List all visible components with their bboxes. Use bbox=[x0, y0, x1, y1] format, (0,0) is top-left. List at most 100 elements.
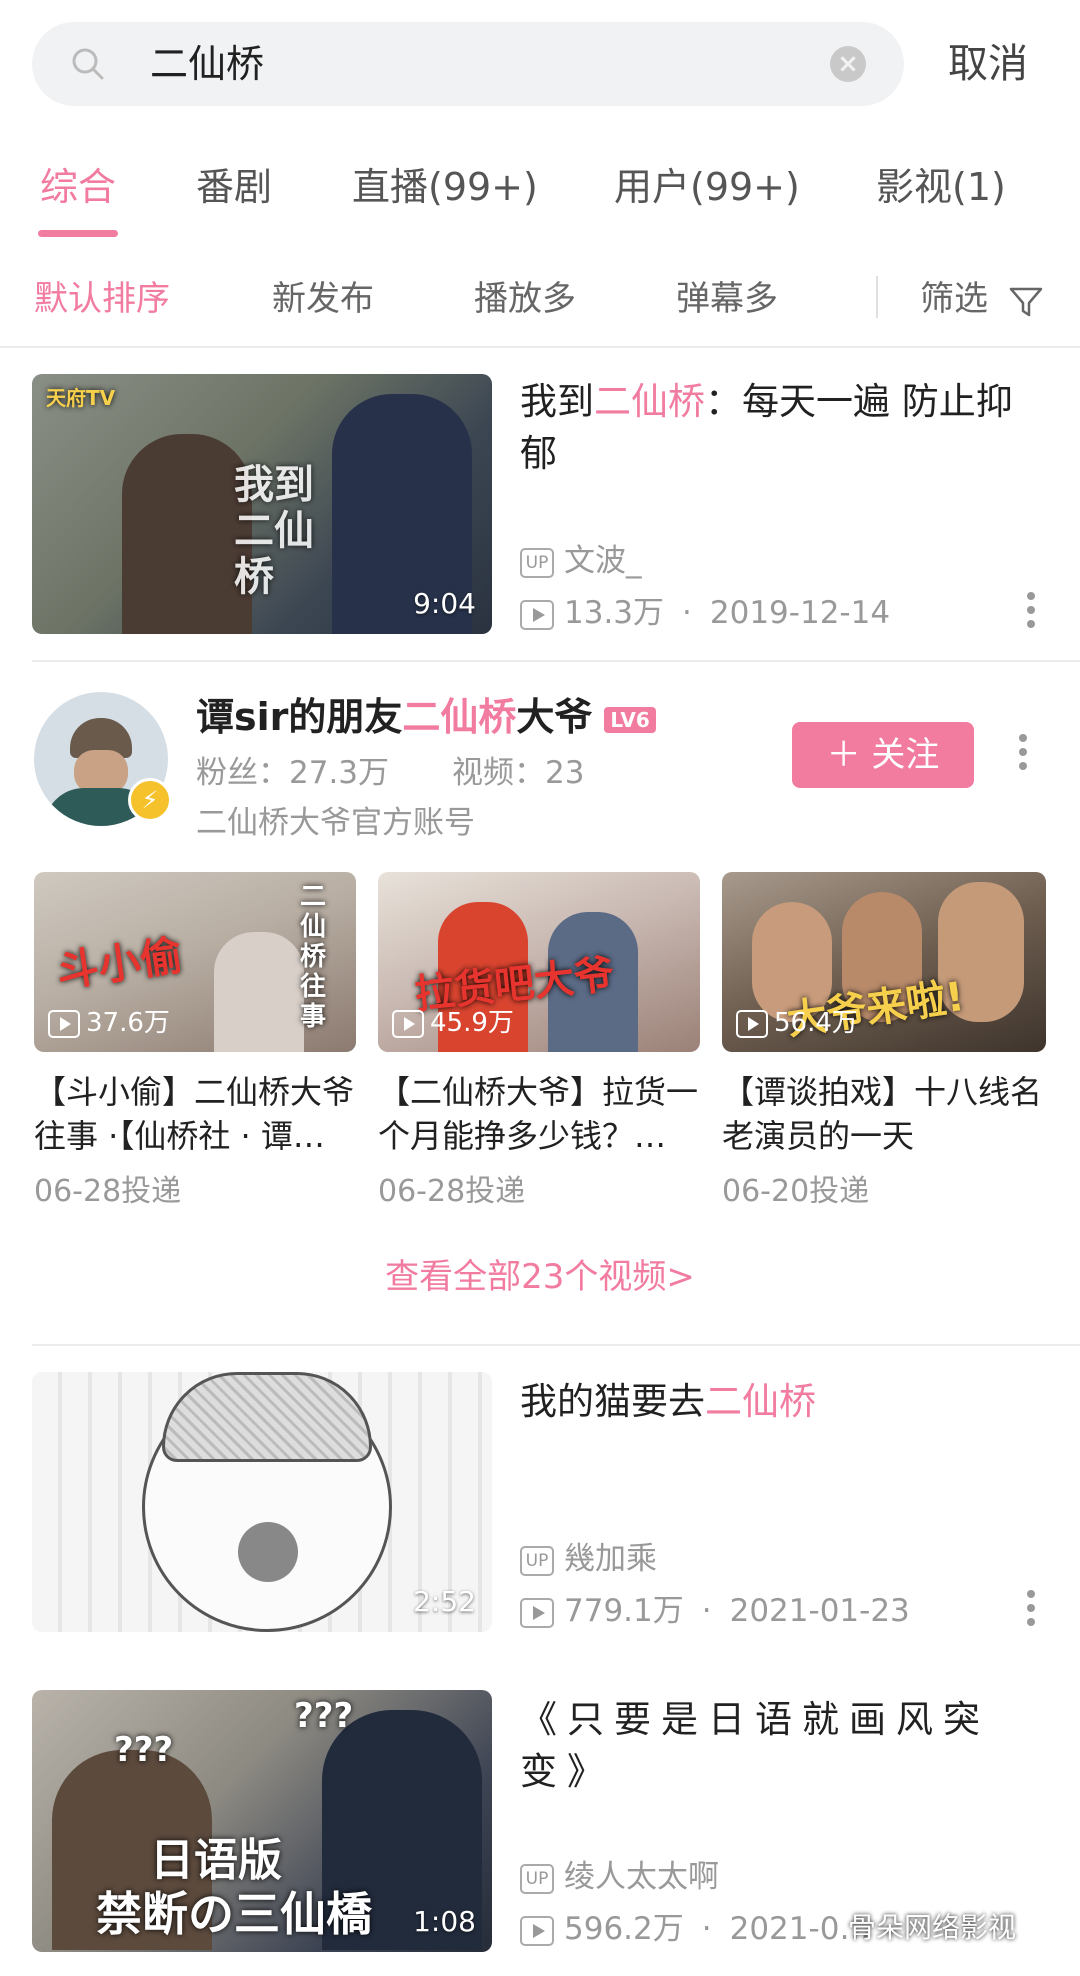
publish-date: 2021-01-23 bbox=[729, 1593, 910, 1629]
uploader-row[interactable]: UP 幾加乘 bbox=[520, 1538, 657, 1580]
video-title[interactable]: 我的猫要去二仙桥 bbox=[520, 1376, 1040, 1428]
user-video-thumbnail[interactable]: 大爷来啦! 56.4万 bbox=[722, 872, 1046, 1052]
thumbnail-caption: 日语版 bbox=[150, 1835, 282, 1886]
video-thumbnail[interactable]: ??? ??? 日语版 禁断の三仙橋 1:08 bbox=[32, 1690, 492, 1952]
title-highlight: 二仙桥 bbox=[594, 380, 705, 423]
watermark: 骨朵网络影视 bbox=[848, 1911, 1017, 1944]
sort-default[interactable]: 默认排序 bbox=[34, 274, 170, 324]
user-video-thumbnail[interactable]: 拉货吧大爷 45.9万 bbox=[378, 872, 700, 1052]
cancel-button[interactable]: 取消 bbox=[948, 38, 1028, 90]
search-input[interactable]: 二仙桥 bbox=[150, 36, 264, 92]
user-video-date: 06-20投递 bbox=[722, 1174, 870, 1209]
video-title[interactable]: 我到二仙桥：每天一遍 防止抑郁 bbox=[520, 376, 1040, 480]
up-icon: UP bbox=[520, 547, 554, 578]
uploader-name: 文波_ bbox=[564, 543, 642, 579]
video-duration: 1:08 bbox=[413, 1905, 476, 1938]
play-count-icon bbox=[520, 1597, 554, 1628]
divider bbox=[32, 1344, 1080, 1346]
channel-logo: 天府TV bbox=[46, 386, 116, 410]
sort-most-danmaku[interactable]: 弹幕多 bbox=[676, 274, 778, 324]
sort-most-played[interactable]: 播放多 bbox=[474, 274, 576, 324]
user-description: 二仙桥大爷官方账号 bbox=[196, 805, 475, 841]
title-highlight: 二仙桥 bbox=[705, 1380, 816, 1423]
video-duration: 2:52 bbox=[413, 1585, 476, 1618]
sort-newest[interactable]: 新发布 bbox=[272, 274, 374, 324]
name-highlight: 二仙桥 bbox=[402, 695, 517, 739]
stats-row: 13.3万 · 2019-12-14 bbox=[520, 592, 890, 634]
thumbnail-cat-hat bbox=[162, 1372, 372, 1462]
tab-bangumi[interactable]: 番剧 bbox=[196, 160, 272, 214]
uploader-name: 幾加乘 bbox=[564, 1541, 657, 1577]
thumbnail-caption: 禁断の三仙橋 bbox=[96, 1887, 372, 1941]
view-count: 37.6万 bbox=[86, 1008, 170, 1038]
uploader-row[interactable]: UP 文波_ bbox=[520, 540, 642, 582]
publish-date: 2019-12-14 bbox=[709, 595, 891, 631]
view-count: 13.3万 bbox=[564, 595, 665, 631]
sort-bar: 默认排序 新发布 播放多 弹幕多 筛选 bbox=[0, 262, 1080, 346]
name-text: 大爷 bbox=[516, 695, 593, 739]
question-marks: ??? bbox=[114, 1730, 174, 1770]
title-text: 我的猫要去 bbox=[520, 1380, 705, 1423]
search-bar[interactable]: 二仙桥 × bbox=[32, 22, 904, 106]
title-text: 我到 bbox=[520, 380, 594, 423]
view-count: 779.1万 bbox=[564, 1593, 684, 1629]
video-views: 37.6万 bbox=[48, 1006, 170, 1040]
clear-icon[interactable]: × bbox=[830, 46, 866, 82]
tab-live[interactable]: 直播(99+) bbox=[352, 160, 538, 214]
video-duration: 9:04 bbox=[413, 587, 476, 620]
stats-row: 779.1万 · 2021-01-23 bbox=[520, 1590, 910, 1632]
user-name[interactable]: 谭sir的朋友二仙桥大爷 LV6 bbox=[196, 690, 656, 744]
play-icon bbox=[48, 1009, 80, 1038]
up-icon: UP bbox=[520, 1863, 554, 1894]
user-video-date: 06-28投递 bbox=[34, 1174, 182, 1209]
view-count: 596.2万 bbox=[564, 1911, 684, 1947]
level-badge: LV6 bbox=[604, 706, 656, 733]
up-icon: UP bbox=[520, 1545, 554, 1576]
divider bbox=[876, 276, 878, 318]
question-marks: ??? bbox=[294, 1696, 354, 1736]
thumbnail-caption: 斗小偷 bbox=[53, 930, 186, 997]
play-count-icon bbox=[520, 1915, 554, 1946]
play-icon bbox=[736, 1009, 768, 1038]
tab-films[interactable]: 影视(1) bbox=[876, 160, 1006, 214]
video-thumbnail[interactable]: 2:52 bbox=[32, 1372, 492, 1632]
more-options-icon[interactable] bbox=[1018, 734, 1028, 774]
tab-all[interactable]: 综合 bbox=[40, 160, 116, 214]
filter-button[interactable]: 筛选 bbox=[920, 274, 988, 324]
filter-icon[interactable] bbox=[1008, 284, 1044, 320]
user-video-title[interactable]: 【斗小偷】二仙桥大爷往事 ·【仙桥社 · 谭… bbox=[34, 1070, 360, 1158]
video-count: 视频：23 bbox=[452, 755, 585, 791]
uploader-row[interactable]: UP 绫人太太啊 bbox=[520, 1856, 719, 1898]
view-count: 45.9万 bbox=[430, 1008, 514, 1038]
fan-count: 粉丝：27.3万 bbox=[196, 755, 390, 791]
thumbnail-caption: 我到 二仙桥 bbox=[234, 462, 314, 600]
more-options-icon[interactable] bbox=[1026, 592, 1036, 632]
follow-button[interactable]: ＋ 关注 bbox=[792, 722, 974, 788]
thumbnail-cat-mouth bbox=[238, 1522, 298, 1582]
verified-icon: ⚡ bbox=[128, 778, 172, 822]
stats-row: 596.2万 · 2021-0… bbox=[520, 1908, 870, 1950]
user-video-thumbnail[interactable]: 斗小偷 二仙桥往事 37.6万 bbox=[34, 872, 356, 1052]
play-count-icon bbox=[520, 599, 554, 630]
video-title[interactable]: 《只要是日语就画风突变》 bbox=[520, 1694, 1020, 1798]
active-tab-indicator bbox=[38, 230, 118, 237]
play-icon bbox=[392, 1009, 424, 1038]
video-views: 45.9万 bbox=[392, 1006, 514, 1040]
view-all-videos-link[interactable]: 查看全部23个视频> bbox=[0, 1252, 1080, 1302]
tab-users[interactable]: 用户(99+) bbox=[614, 160, 800, 214]
search-icon bbox=[72, 48, 104, 80]
user-video-date: 06-28投递 bbox=[378, 1174, 526, 1209]
video-views: 56.4万 bbox=[736, 1006, 858, 1040]
thumbnail-figure bbox=[122, 434, 252, 634]
view-count: 56.4万 bbox=[774, 1008, 858, 1038]
uploader-name: 绫人太太啊 bbox=[564, 1859, 719, 1895]
result-tabs: 综合 番剧 直播(99+) 用户(99+) 影视(1) bbox=[0, 150, 1080, 240]
user-video-title[interactable]: 【二仙桥大爷】拉货一个月能挣多少钱？… bbox=[378, 1070, 704, 1158]
user-video-title[interactable]: 【谭谈拍戏】十八线名老演员的一天 bbox=[722, 1070, 1048, 1158]
video-thumbnail[interactable]: 天府TV 我到 二仙桥 9:04 bbox=[32, 374, 492, 634]
thumbnail-figure bbox=[214, 932, 304, 1052]
more-options-icon[interactable] bbox=[1026, 1590, 1036, 1630]
thumbnail-side-caption: 二仙桥往事 bbox=[300, 882, 327, 1032]
divider bbox=[32, 660, 1080, 662]
divider bbox=[0, 346, 1080, 348]
